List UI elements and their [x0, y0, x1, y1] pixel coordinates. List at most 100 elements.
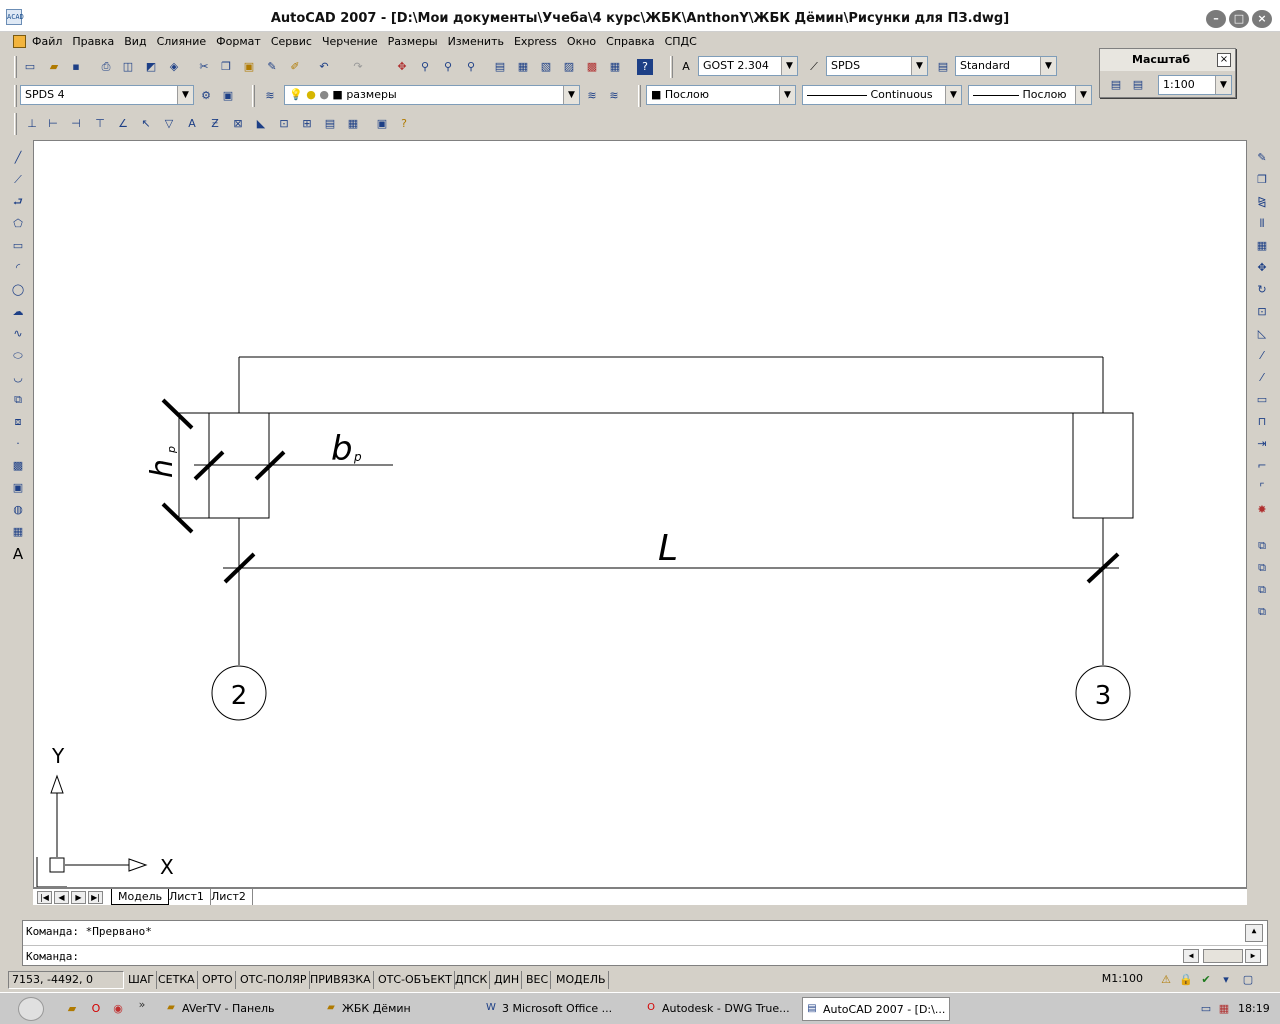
- properties-icon[interactable]: ▤: [492, 59, 508, 75]
- rectangle-icon[interactable]: ▭: [10, 238, 26, 254]
- drawing-area[interactable]: h р b р L 2 3 Y X: [33, 140, 1247, 888]
- break-icon[interactable]: ⊓: [1254, 414, 1270, 430]
- my-workspace-icon[interactable]: ▣: [220, 88, 236, 104]
- tray-language-icon[interactable]: ▦: [1216, 1001, 1232, 1017]
- mirror-icon[interactable]: ⧎: [1254, 194, 1270, 210]
- markup-icon[interactable]: ▩: [584, 59, 600, 75]
- scale-select[interactable]: 1:100 ▼: [1158, 75, 1232, 95]
- text-style-icon[interactable]: A: [678, 59, 694, 75]
- section-mark-icon[interactable]: Ƶ: [207, 116, 223, 132]
- 3d-dwf-icon[interactable]: ◈: [166, 59, 182, 75]
- help-icon[interactable]: ?: [637, 59, 653, 75]
- document-menu-icon[interactable]: [13, 35, 26, 48]
- comm-center-icon[interactable]: ⚠: [1158, 972, 1174, 988]
- copy-icon[interactable]: ❐: [218, 59, 234, 75]
- toolbar-grip[interactable]: [14, 56, 17, 78]
- settings-icon[interactable]: ▣: [374, 116, 390, 132]
- tool-palettes-icon[interactable]: ▧: [538, 59, 554, 75]
- stamp-icon[interactable]: ▦: [345, 116, 361, 132]
- zoom-previous-icon[interactable]: ⚲: [463, 59, 479, 75]
- paste-icon[interactable]: ▣: [241, 59, 257, 75]
- quicklaunch-opera-icon[interactable]: O: [88, 1001, 104, 1017]
- toolbar-grip[interactable]: [14, 113, 17, 135]
- menu-window[interactable]: Окно: [562, 35, 601, 49]
- dim-chain-icon[interactable]: ⊣: [68, 116, 84, 132]
- toggle-dyn[interactable]: ДИН: [494, 971, 523, 989]
- scroll-right-icon[interactable]: ▶: [1245, 949, 1261, 963]
- close-icon[interactable]: ×: [1217, 53, 1231, 67]
- array-icon[interactable]: ▦: [1254, 238, 1270, 254]
- redo-icon[interactable]: ↷: [350, 59, 366, 75]
- close-button[interactable]: ×: [1252, 10, 1272, 28]
- multiline-text-icon[interactable]: A: [10, 546, 26, 562]
- copy-object-icon[interactable]: ❐: [1254, 172, 1270, 188]
- tray-network-icon[interactable]: ▭: [1198, 1001, 1214, 1017]
- scroll-up-icon[interactable]: ▲: [1245, 924, 1263, 942]
- break-at-point-icon[interactable]: ▭: [1254, 392, 1270, 408]
- dim-style-select[interactable]: SPDS ▼: [826, 56, 928, 76]
- task-autocad[interactable]: ▤ AutoCAD 2007 - [D:\...: [802, 997, 950, 1021]
- sheet-set-icon[interactable]: ▨: [561, 59, 577, 75]
- color-select[interactable]: ■ Послою ▼: [646, 85, 796, 105]
- match-properties-icon[interactable]: ✎: [264, 59, 280, 75]
- pan-icon[interactable]: ✥: [394, 59, 410, 75]
- line-icon[interactable]: ╱: [10, 150, 26, 166]
- toolbar-grip[interactable]: [670, 56, 673, 78]
- circle-icon[interactable]: ◯: [10, 282, 26, 298]
- trim-icon[interactable]: ⁄: [1254, 348, 1270, 364]
- rotate-icon[interactable]: ↻: [1254, 282, 1270, 298]
- task-office[interactable]: W 3 Microsoft Office ...: [482, 997, 632, 1021]
- first-tab-icon[interactable]: |◀: [37, 891, 52, 904]
- preview-icon[interactable]: ◫: [120, 59, 136, 75]
- make-block-icon[interactable]: ⧈: [10, 414, 26, 430]
- linetype-select[interactable]: Continuous ▼: [802, 85, 962, 105]
- task-avertv[interactable]: ▰ AVerTV - Панель: [162, 997, 312, 1021]
- region-icon[interactable]: ◍: [10, 502, 26, 518]
- break-line-icon[interactable]: ⊠: [230, 116, 246, 132]
- next-tab-icon[interactable]: ▶: [71, 891, 86, 904]
- chamfer-icon[interactable]: ⌐: [1254, 458, 1270, 474]
- toggle-otrack[interactable]: ОТС-ОБЪЕКТ: [378, 971, 455, 989]
- ellipse-icon[interactable]: ⬭: [10, 348, 26, 364]
- layer-previous-icon[interactable]: ≋: [606, 88, 622, 104]
- toolbar-grip[interactable]: [14, 85, 17, 107]
- scale-up-icon[interactable]: ▤: [1130, 77, 1146, 93]
- tab-sheet2[interactable]: Лист2: [205, 889, 253, 905]
- save-icon[interactable]: ▪: [68, 59, 84, 75]
- horizontal-scrollbar[interactable]: [1203, 949, 1243, 963]
- command-line[interactable]: Команда: *Прервано* Команда: ▲ ◀ ▶: [22, 920, 1268, 966]
- slope-icon[interactable]: ◣: [253, 116, 269, 132]
- join-icon[interactable]: ⇥: [1254, 436, 1270, 452]
- stretch-icon[interactable]: ◺: [1254, 326, 1270, 342]
- design-center-icon[interactable]: ▦: [515, 59, 531, 75]
- coordinates-display[interactable]: 7153, -4492, 0: [8, 971, 124, 989]
- calculator-icon[interactable]: ▦: [607, 59, 623, 75]
- bring-above-icon[interactable]: ⧉: [1254, 582, 1270, 598]
- block-editor-icon[interactable]: ✐: [287, 59, 303, 75]
- quicklaunch-browser-icon[interactable]: ◉: [110, 1001, 126, 1017]
- ellipse-arc-icon[interactable]: ◡: [10, 370, 26, 386]
- hatch-icon[interactable]: ▩: [10, 458, 26, 474]
- new-icon[interactable]: ▭: [22, 59, 38, 75]
- construction-line-icon[interactable]: ⟋: [10, 172, 26, 188]
- menu-modify[interactable]: Изменить: [443, 35, 509, 49]
- menu-format[interactable]: Формат: [211, 35, 266, 49]
- help-spds-icon[interactable]: ?: [396, 116, 412, 132]
- scale-icon[interactable]: ⊡: [1254, 304, 1270, 320]
- level-mark-icon[interactable]: ▽: [161, 116, 177, 132]
- layer-manager-icon[interactable]: ≋: [262, 88, 278, 104]
- dim-linear-icon[interactable]: ⊥: [24, 116, 40, 132]
- extend-icon[interactable]: ⁄: [1254, 370, 1270, 386]
- table-draw-icon[interactable]: ▦: [10, 524, 26, 540]
- menu-dimension[interactable]: Размеры: [383, 35, 443, 49]
- open-icon[interactable]: ▰: [46, 59, 62, 75]
- toggle-polar[interactable]: ОТС-ПОЛЯР: [240, 971, 310, 989]
- last-tab-icon[interactable]: ▶|: [88, 891, 103, 904]
- toolbar-lock-icon[interactable]: 🔒: [1178, 972, 1194, 988]
- polygon-icon[interactable]: ⬠: [10, 216, 26, 232]
- erase-icon[interactable]: ✎: [1254, 150, 1270, 166]
- toggle-snap[interactable]: ШАГ: [128, 971, 157, 989]
- make-current-layer-icon[interactable]: ≋: [584, 88, 600, 104]
- point-icon[interactable]: ·: [10, 436, 26, 452]
- toolbar-grip[interactable]: [638, 85, 641, 107]
